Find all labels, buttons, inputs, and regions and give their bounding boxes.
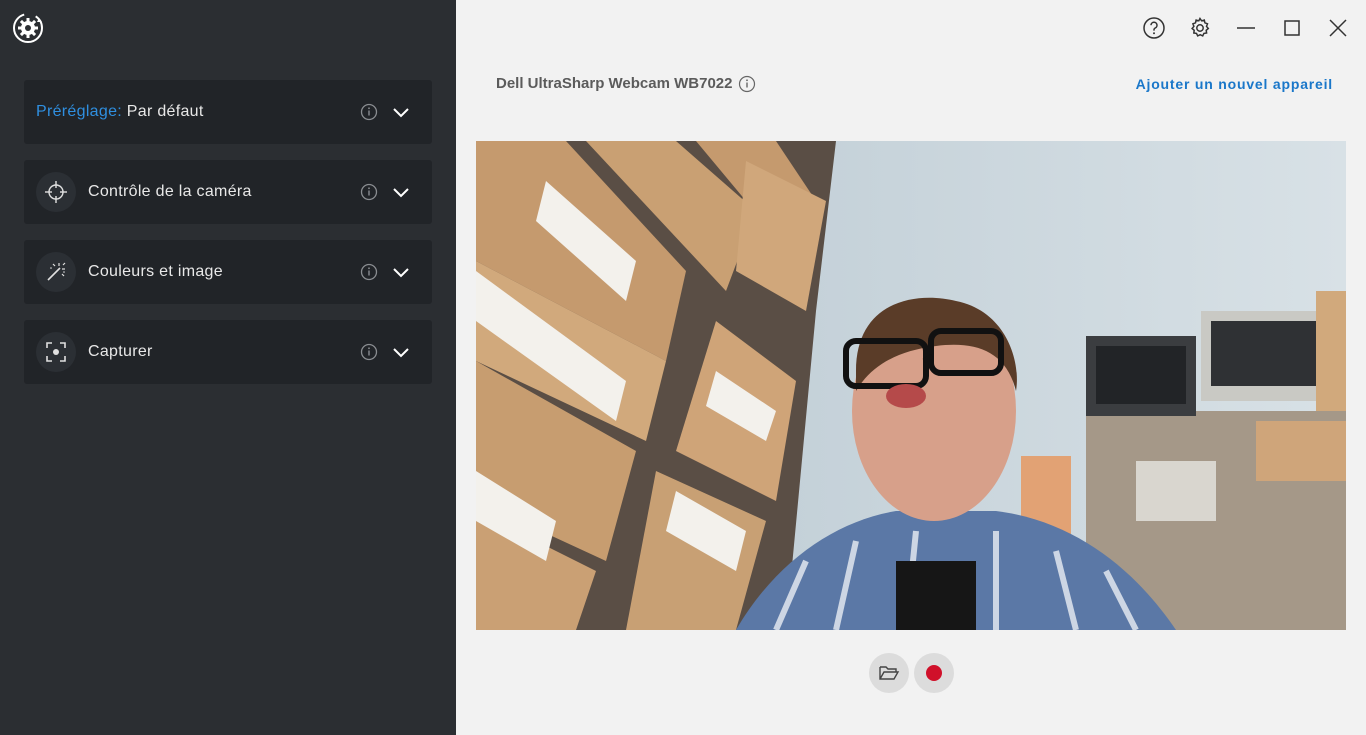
colors-image-label: Couleurs et image xyxy=(88,263,223,280)
info-icon[interactable] xyxy=(360,343,378,361)
gear-icon[interactable] xyxy=(1188,16,1212,40)
colors-image-panel[interactable]: Couleurs et image xyxy=(24,240,432,304)
chevron-down-icon[interactable] xyxy=(392,343,410,361)
capture-panel[interactable]: Capturer xyxy=(24,320,432,384)
chevron-down-icon[interactable] xyxy=(392,263,410,281)
help-icon[interactable] xyxy=(1142,16,1166,40)
maximize-icon[interactable] xyxy=(1280,16,1304,40)
capture-label: Capturer xyxy=(88,343,153,360)
sidebar: Préréglage: Par défaut Contrôle de la ca… xyxy=(0,0,456,735)
record-icon xyxy=(926,665,942,681)
capture-icon xyxy=(36,332,76,372)
magic-wand-icon xyxy=(36,252,76,292)
preset-value: Par défaut xyxy=(126,103,204,120)
camera-control-label: Contrôle de la caméra xyxy=(88,183,252,200)
chevron-down-icon[interactable] xyxy=(392,103,410,121)
open-folder-button[interactable] xyxy=(869,653,909,693)
info-icon[interactable] xyxy=(360,183,378,201)
preset-panel[interactable]: Préréglage: Par défaut xyxy=(24,80,432,144)
close-icon[interactable] xyxy=(1326,16,1350,40)
chevron-down-icon[interactable] xyxy=(392,183,410,201)
folder-open-icon xyxy=(879,666,900,680)
info-icon[interactable] xyxy=(738,75,756,93)
info-icon[interactable] xyxy=(360,263,378,281)
minimize-icon[interactable] xyxy=(1234,16,1258,40)
info-icon[interactable] xyxy=(360,103,378,121)
camera-preview xyxy=(476,141,1346,630)
add-device-link[interactable]: Ajouter un nouvel appareil xyxy=(1136,73,1333,95)
camera-control-panel[interactable]: Contrôle de la caméra xyxy=(24,160,432,224)
record-button[interactable] xyxy=(914,653,954,693)
crosshair-icon xyxy=(36,172,76,212)
preset-key: Préréglage: xyxy=(36,103,123,120)
preset-label: Préréglage: Par défaut xyxy=(36,80,204,144)
device-name: Dell UltraSharp Webcam WB7022 xyxy=(496,75,733,92)
app-settings-logo-icon xyxy=(13,13,43,43)
